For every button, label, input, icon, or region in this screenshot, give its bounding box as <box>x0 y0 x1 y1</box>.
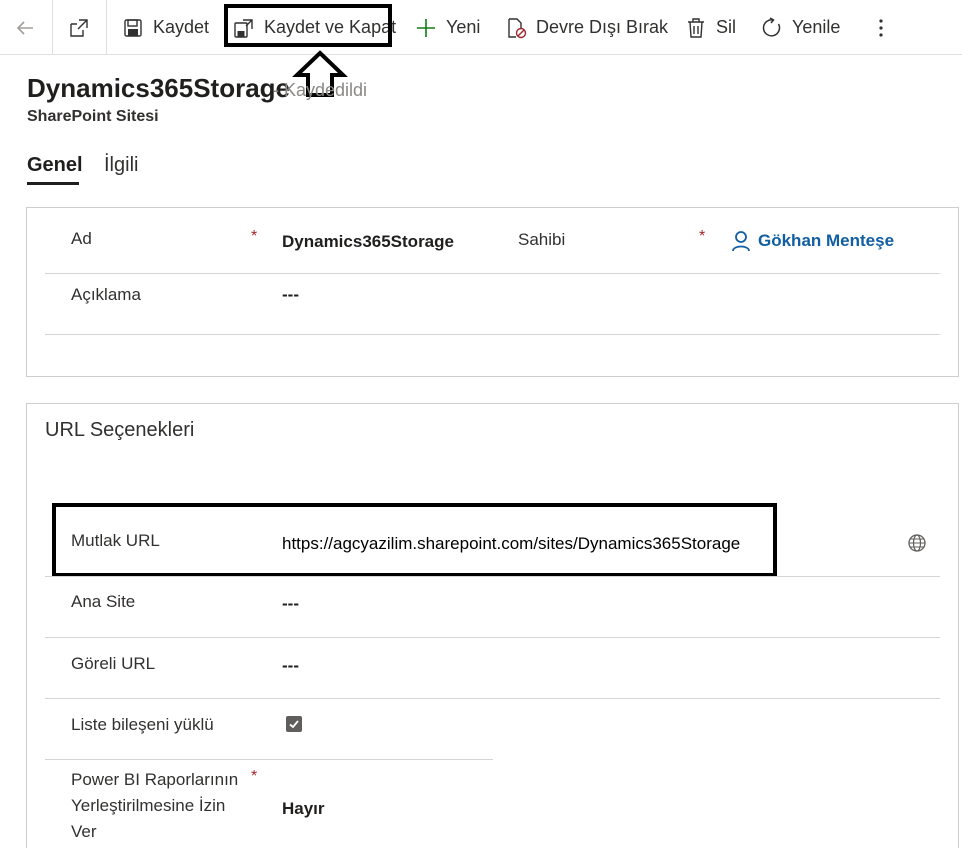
back-button[interactable] <box>14 0 45 55</box>
checkmark-icon <box>289 720 299 729</box>
entity-name: SharePoint Sitesi <box>27 108 159 125</box>
record-save-status: - Kaydedildi <box>273 80 368 100</box>
toolbar-divider <box>106 0 107 55</box>
field-divider <box>45 698 940 699</box>
save-icon <box>122 17 144 39</box>
save-label: Kaydet <box>153 17 210 37</box>
powerbi-label-line3: Ver <box>71 822 97 841</box>
refresh-button[interactable]: Yenile <box>761 0 840 55</box>
open-new-window-button[interactable] <box>68 0 99 55</box>
globe-icon[interactable] <box>907 533 927 553</box>
name-field[interactable]: Dynamics365Storage <box>282 232 454 252</box>
list-component-checkbox[interactable] <box>286 716 302 732</box>
refresh-label: Yenile <box>792 17 841 37</box>
delete-button[interactable]: Sil <box>685 0 736 55</box>
person-icon <box>730 230 752 252</box>
plus-icon <box>415 17 437 39</box>
powerbi-required-mark: * <box>251 768 258 785</box>
deactivate-label: Devre Dışı Bırak <box>536 17 669 37</box>
deactivate-button[interactable]: Devre Dışı Bırak <box>505 0 668 55</box>
deactivate-document-icon <box>505 17 527 39</box>
more-vertical-icon <box>870 17 892 39</box>
name-required-mark: * <box>251 228 258 245</box>
field-divider <box>45 759 493 760</box>
parent-site-field[interactable]: --- <box>282 594 299 614</box>
field-divider <box>45 334 940 335</box>
owner-lookup-link[interactable]: Gökhan Menteşe <box>730 230 894 252</box>
powerbi-label-line1: Power BI Raporlarının <box>71 770 239 789</box>
absolute-url-field[interactable]: https://agcyazilim.sharepoint.com/sites/… <box>282 534 740 554</box>
url-options-title: URL Seçenekleri <box>45 419 195 441</box>
save-and-close-highlight <box>224 4 392 47</box>
refresh-icon <box>761 16 783 39</box>
powerbi-label-line2: Yerleştirilmesine İzin <box>71 796 226 815</box>
field-divider <box>45 576 940 577</box>
description-label: Açıklama <box>71 285 141 304</box>
command-bar: Kaydet Kaydet ve Kapat Yeni Devre Dışı B… <box>0 0 962 55</box>
save-button[interactable]: Kaydet <box>122 0 209 55</box>
absolute-url-label: Mutlak URL <box>71 531 160 550</box>
trash-icon <box>685 17 707 39</box>
powerbi-embed-field[interactable]: Hayır <box>282 799 325 819</box>
record-title: Dynamics365Storage <box>27 73 291 103</box>
new-button[interactable]: Yeni <box>415 0 480 55</box>
new-label: Yeni <box>446 17 481 37</box>
toolbar-divider <box>52 0 53 55</box>
list-component-label: Liste bileşeni yüklü <box>71 715 214 734</box>
owner-required-mark: * <box>699 228 706 245</box>
field-divider <box>45 637 940 638</box>
parent-site-label: Ana Site <box>71 592 136 611</box>
owner-label: Sahibi <box>518 230 566 249</box>
name-label: Ad <box>71 229 92 248</box>
tab-general[interactable]: Genel <box>27 154 83 177</box>
tab-related[interactable]: İlgili <box>104 154 138 177</box>
back-arrow-icon <box>14 17 36 39</box>
active-tab-indicator <box>27 182 79 185</box>
field-divider <box>45 273 940 274</box>
open-in-new-window-icon <box>68 17 90 39</box>
more-commands-button[interactable] <box>870 0 901 55</box>
relative-url-field[interactable]: --- <box>282 656 299 676</box>
description-field[interactable]: --- <box>282 285 299 305</box>
relative-url-label: Göreli URL <box>71 654 156 673</box>
delete-label: Sil <box>716 17 737 37</box>
owner-name: Gökhan Menteşe <box>758 231 895 250</box>
